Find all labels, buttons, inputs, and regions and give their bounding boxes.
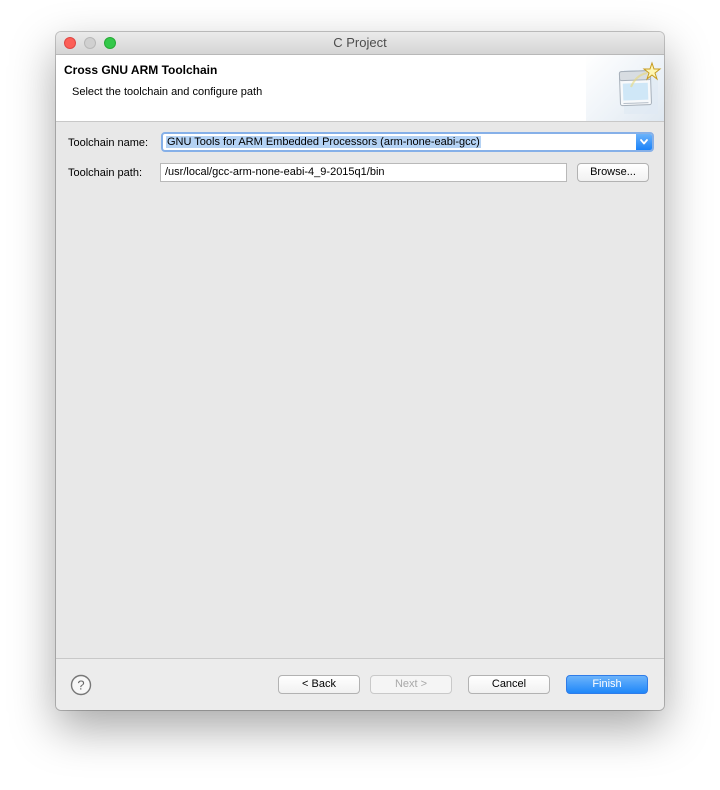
- browse-button[interactable]: Browse...: [577, 163, 649, 182]
- back-button[interactable]: < Back: [278, 675, 360, 694]
- toolchain-path-label: Toolchain path:: [68, 167, 142, 179]
- window-title: C Project: [333, 35, 387, 50]
- cancel-button[interactable]: Cancel: [468, 675, 550, 694]
- next-button[interactable]: Next >: [370, 675, 452, 694]
- toolchain-name-label: Toolchain name:: [68, 137, 149, 149]
- toolchain-name-select[interactable]: GNU Tools for ARM Embedded Processors (a…: [161, 132, 654, 152]
- c-project-dialog: C Project Cross GNU ARM Toolchain Select…: [56, 32, 664, 710]
- wizard-header: Cross GNU ARM Toolchain Select the toolc…: [56, 55, 664, 122]
- wizard-content: [56, 122, 664, 658]
- chevron-down-icon[interactable]: [636, 134, 652, 150]
- toolchain-name-value: GNU Tools for ARM Embedded Processors (a…: [166, 136, 481, 148]
- toolchain-path-input[interactable]: /usr/local/gcc-arm-none-eabi-4_9-2015q1/…: [160, 163, 567, 182]
- wizard-banner-icon: [586, 55, 664, 121]
- finish-button[interactable]: Finish: [566, 675, 648, 694]
- svg-text:?: ?: [77, 678, 84, 693]
- title-bar[interactable]: C Project: [56, 32, 664, 55]
- help-icon[interactable]: ?: [70, 674, 92, 696]
- page-description: Select the toolchain and configure path: [72, 86, 263, 98]
- page-title: Cross GNU ARM Toolchain: [64, 63, 218, 77]
